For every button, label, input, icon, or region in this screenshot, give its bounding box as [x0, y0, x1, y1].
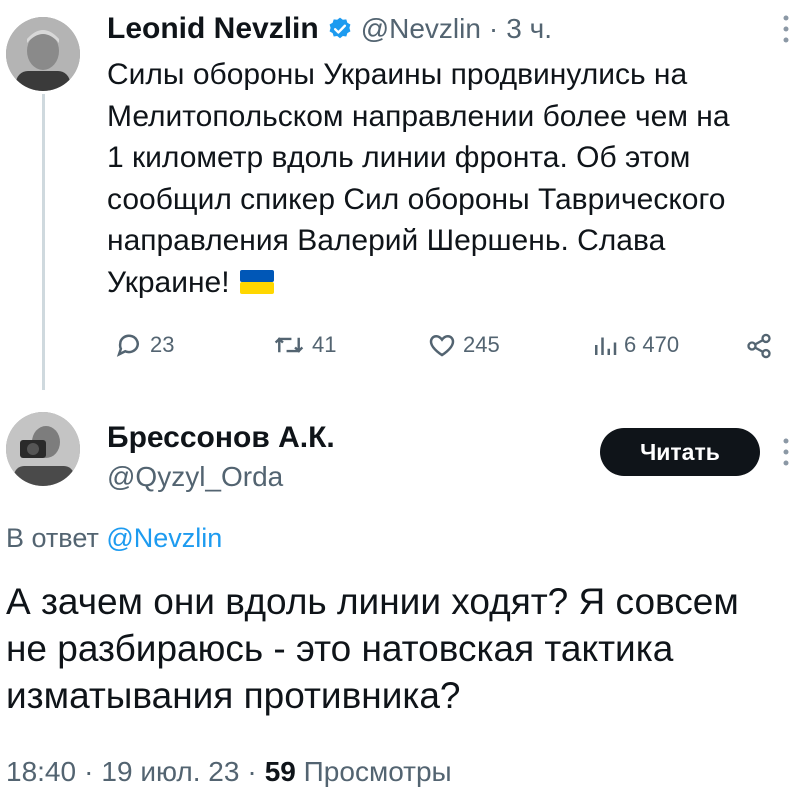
separator-dot: · [84, 756, 94, 787]
replying-to-label: В ответ [6, 523, 99, 553]
avatar-photo [6, 412, 80, 486]
more-icon[interactable] [781, 14, 791, 44]
avatar-leonid-nevzlin[interactable] [6, 17, 80, 91]
verified-badge-icon [327, 16, 353, 42]
replying-to: В ответ @Nevzlin [6, 523, 222, 554]
tweet-time[interactable]: 3 ч. [506, 13, 552, 45]
reply-author-name[interactable]: Брессонов А.К. [107, 418, 335, 458]
reply-icon [114, 330, 144, 360]
text-line: Украине! [107, 265, 230, 299]
replying-to-mention[interactable]: @Nevzlin [106, 523, 222, 553]
views-label: Просмотры [303, 756, 452, 787]
views-count: 59 [264, 756, 296, 787]
views-count: 6 470 [624, 332, 680, 357]
ukraine-flag-icon [239, 270, 274, 295]
like-button[interactable]: 245 [427, 330, 500, 360]
retweet-button[interactable]: 41 [272, 330, 336, 360]
reply-count: 23 [150, 332, 175, 357]
author-handle[interactable]: @Nevzlin [361, 13, 481, 45]
like-count: 245 [463, 332, 500, 357]
reply-author-handle[interactable]: @Qyzyl_Orda [107, 458, 335, 496]
reply-author-block: Брессонов А.К. @Qyzyl_Orda [107, 418, 335, 496]
follow-button-label: Читать [640, 438, 720, 465]
avatar-bressonov[interactable] [6, 412, 80, 486]
text-line-last: Украине! [107, 262, 797, 304]
follow-button[interactable]: Читать [600, 428, 760, 476]
thread-connector-line [42, 94, 45, 390]
text-line: направления Валерий Шершень. Слава [107, 224, 666, 257]
tweet-date[interactable]: 19 июл. 23 [101, 756, 239, 788]
text-line: Силы обороны Украины продвинулись на [107, 58, 688, 91]
retweet-icon [272, 330, 306, 360]
text-line: не разбираюсь - это натовская тактика [6, 628, 674, 669]
text-line: изматывания противника? [6, 675, 461, 716]
tweet-time[interactable]: 18:40 [6, 756, 76, 788]
separator-dot: · [488, 13, 499, 44]
separator-dot: · [247, 756, 257, 787]
more-icon[interactable] [781, 437, 791, 467]
text-line: А зачем они вдоль линии ходят? Я совсем [6, 581, 739, 622]
author-name[interactable]: Leonid Nevzlin [107, 12, 319, 46]
views-icon [592, 330, 618, 360]
views-button[interactable]: 6 470 [592, 330, 679, 360]
like-icon [427, 330, 457, 360]
parent-tweet-text: Силы обороны Украины продвинулись на Мел… [107, 54, 797, 303]
avatar-photo [6, 17, 80, 91]
text-line: 1 километр вдоль линии фронта. Об этом [107, 141, 691, 174]
share-icon[interactable] [744, 332, 774, 360]
text-line: Мелитопольском направлении более чем на [107, 99, 730, 133]
retweet-count: 41 [312, 332, 337, 357]
reply-tweet-text: А зачем они вдоль линии ходят? Я совсем … [6, 578, 806, 719]
tweet-meta: 18:40 · 19 июл. 23 · 59 Просмотры [6, 756, 452, 788]
reply-button[interactable]: 23 [114, 330, 174, 360]
parent-tweet-header: Leonid Nevzlin @Nevzlin · 3 ч. [107, 8, 552, 50]
text-line: сообщил спикер Сил обороны Таврического [107, 182, 726, 216]
